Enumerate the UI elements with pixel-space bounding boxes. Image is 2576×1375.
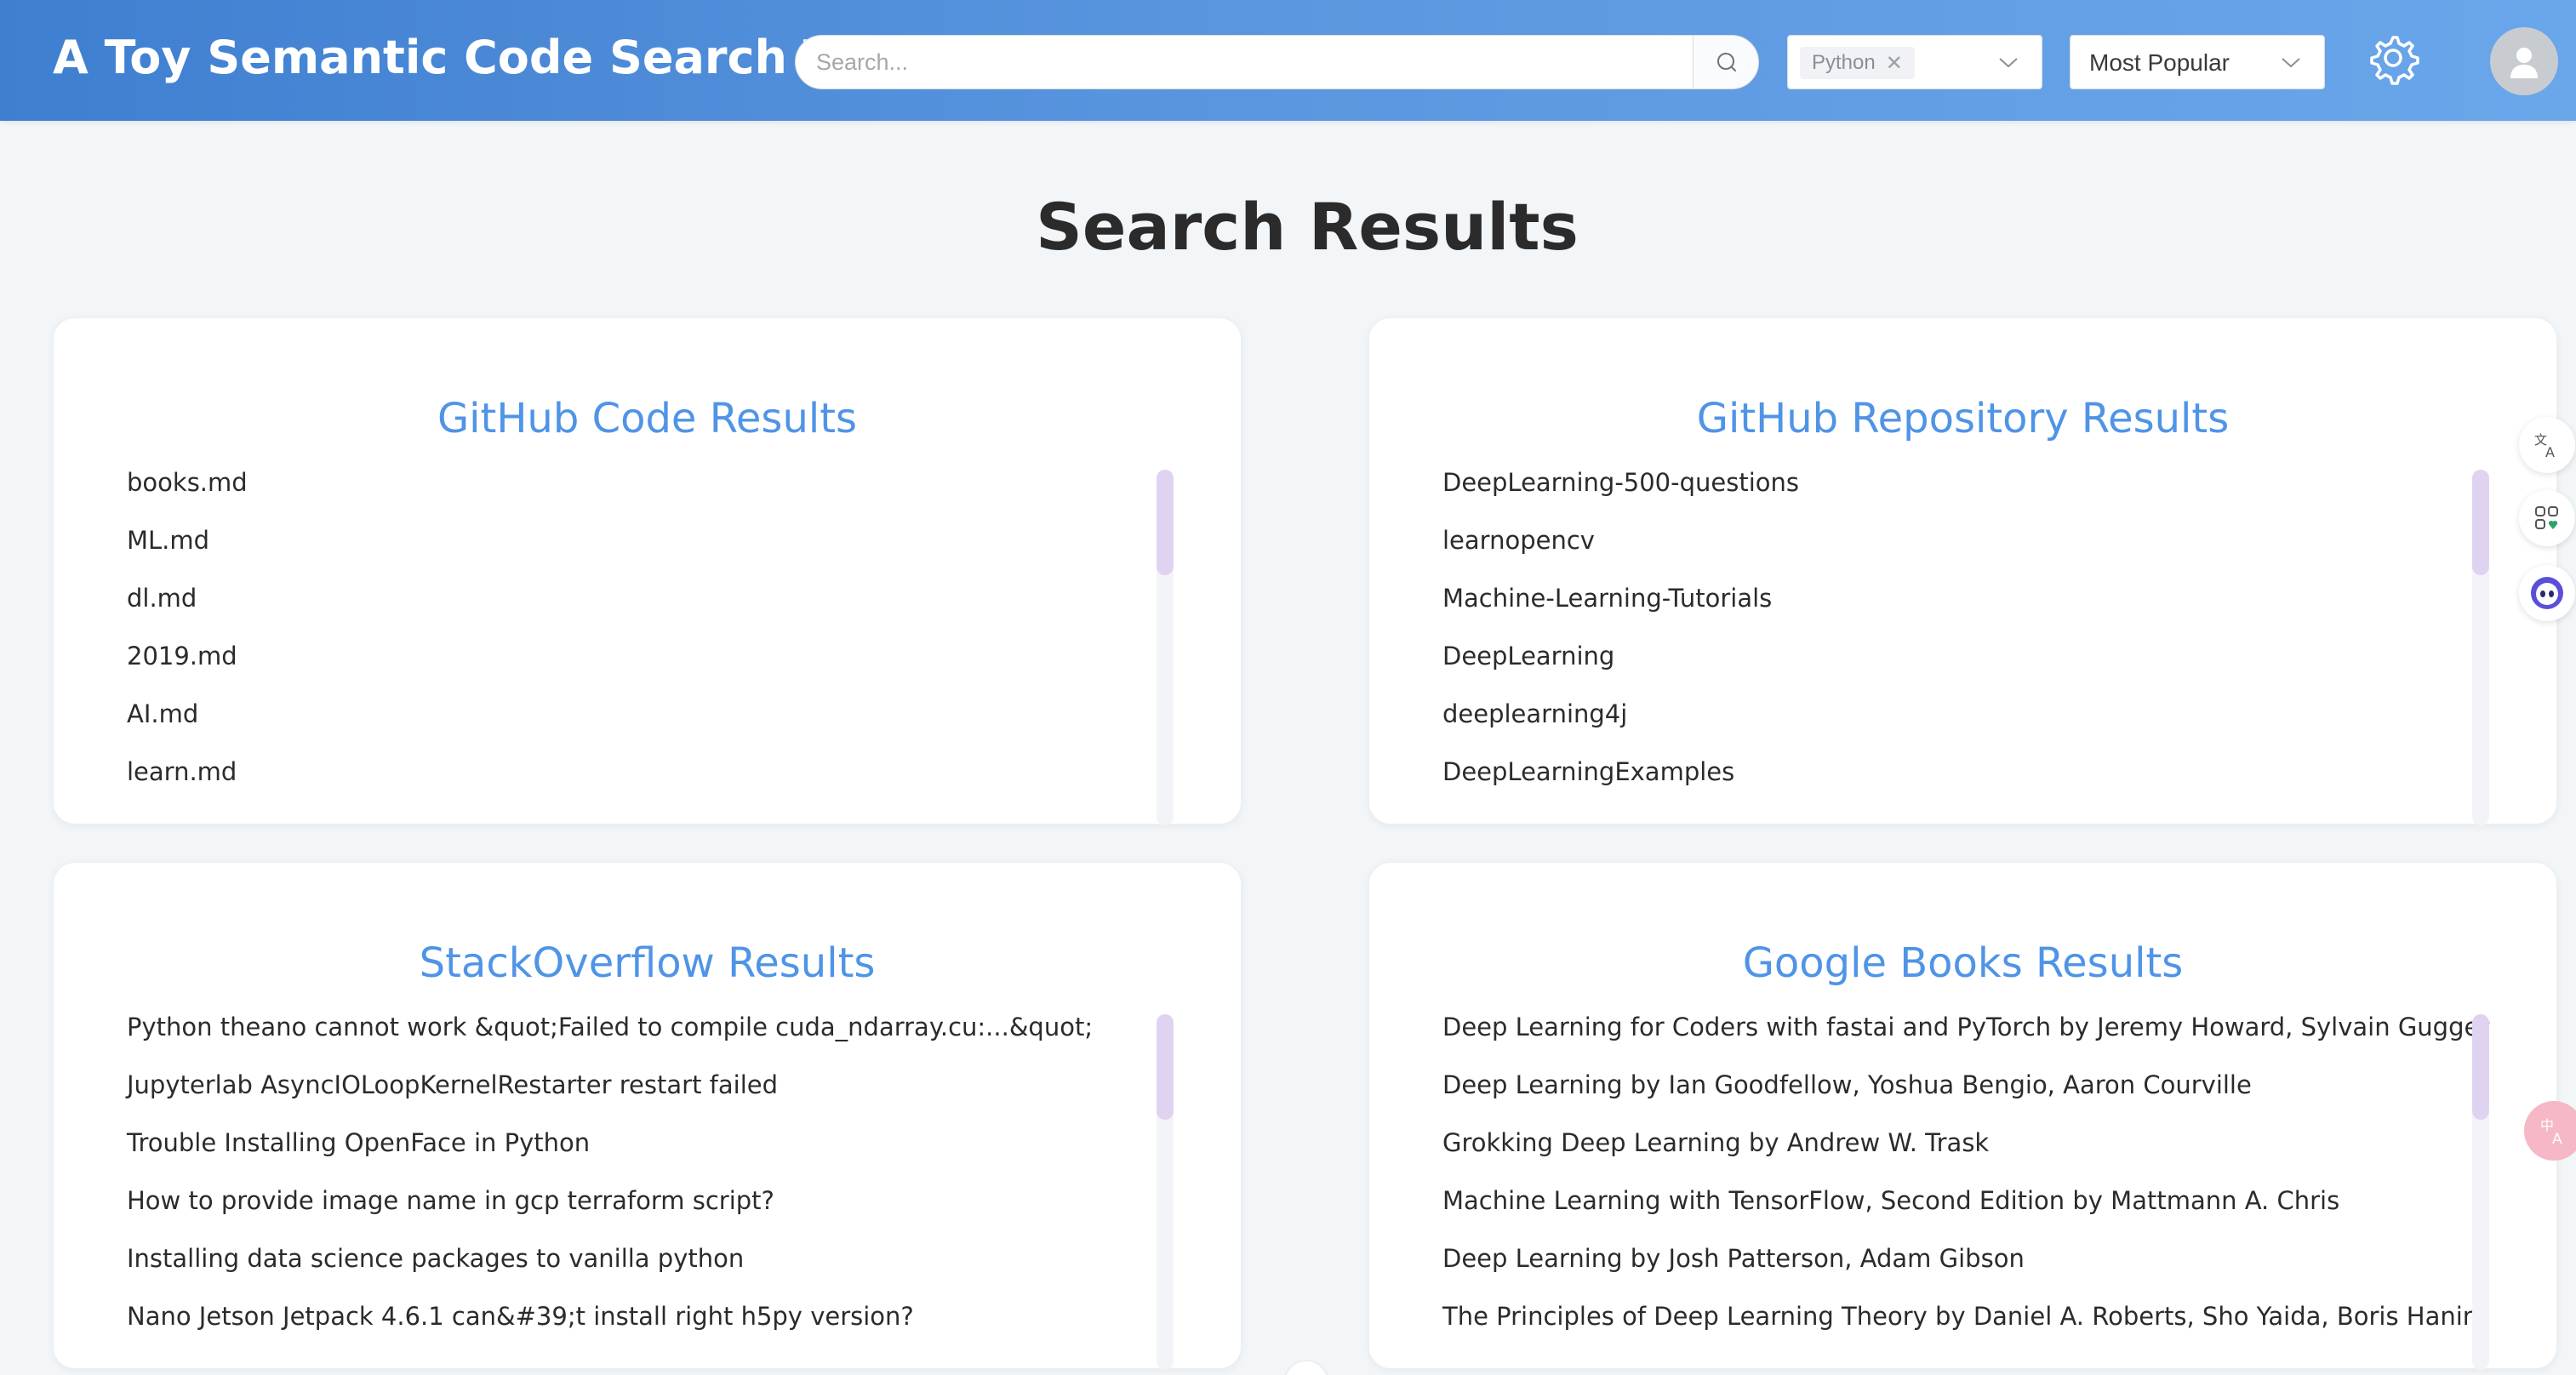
list-item[interactable]: Nano Jetson Jetpack 4.6.1 can&#39;t inst… (127, 1304, 1191, 1361)
sort-select[interactable]: Most Popular (2070, 35, 2325, 89)
result-list: Deep Learning for Coders with fastai and… (1442, 1014, 2506, 1361)
list-item[interactable]: Python theano cannot work &quot;Failed t… (127, 1014, 1191, 1072)
close-icon[interactable]: ✕ (1886, 51, 1903, 76)
list-item[interactable]: Jupyterlab AsyncIOLoopKernelRestarter re… (127, 1072, 1191, 1130)
stackoverflow-card: StackOverflow Results Python theano cann… (53, 862, 1242, 1370)
list-item[interactable]: books.md (127, 470, 1191, 528)
list-item[interactable]: Installing data science packages to vani… (127, 1246, 1191, 1304)
result-list: Python theano cannot work &quot;Failed t… (127, 1014, 1191, 1361)
card-title: Google Books Results (1742, 939, 2184, 987)
list-item[interactable]: Grokking Deep Learning by Andrew W. Tras… (1442, 1130, 2506, 1188)
list-item[interactable]: DeepLearning-500-questions (1442, 470, 2506, 528)
list-item[interactable]: Deep Learning by Ian Goodfellow, Yoshua … (1442, 1072, 2506, 1130)
list-item[interactable]: Machine Learning with TensorFlow, Second… (1442, 1188, 2506, 1246)
svg-text:A: A (2545, 444, 2555, 459)
sort-value: Most Popular (2089, 49, 2230, 76)
assistant-button[interactable] (2519, 565, 2575, 621)
top-header: A Toy Semantic Code Search Tool Python ✕… (0, 0, 2576, 121)
list-item[interactable]: Trouble Installing OpenFace in Python (127, 1130, 1191, 1188)
list-item[interactable]: dl.md (127, 585, 1191, 643)
gear-icon[interactable] (2366, 31, 2420, 85)
list-item[interactable]: deeplearning4j (1442, 701, 2506, 759)
search-box (795, 35, 1759, 89)
translate-button[interactable]: 文 A (2519, 417, 2575, 473)
scrollbar-thumb[interactable] (1157, 1014, 1174, 1120)
card-title: GitHub Code Results (437, 395, 858, 442)
list-item[interactable]: ML.md (127, 528, 1191, 585)
list-item[interactable]: DeepLearningExamples (1442, 759, 2506, 817)
list-item[interactable]: AI.md (127, 701, 1191, 759)
translate-icon: 文 A (2534, 432, 2555, 459)
search-button[interactable] (1693, 36, 1758, 88)
app-title: A Toy Semantic Code Search Tool (53, 31, 908, 84)
list-item[interactable]: Deep Learning by Josh Patterson, Adam Gi… (1442, 1246, 2506, 1304)
scrollbar[interactable] (1157, 1014, 1174, 1370)
chevron-down-icon (2282, 58, 2300, 68)
scrollbar-thumb[interactable] (1157, 470, 1174, 575)
list-item[interactable]: learnopencv (1442, 528, 2506, 585)
github-repo-card: GitHub Repository Results DeepLearning-5… (1368, 317, 2557, 825)
chevron-down-icon (1999, 58, 2018, 68)
search-input[interactable] (796, 36, 1693, 88)
scrollbar[interactable] (2472, 470, 2489, 825)
apps-button[interactable] (2519, 490, 2575, 546)
search-icon (1717, 53, 1736, 71)
scrollbar-thumb[interactable] (2472, 1014, 2489, 1120)
scroll-indicator[interactable] (1285, 1361, 1328, 1375)
google-books-card: Google Books Results Deep Learning for C… (1368, 862, 2557, 1370)
language-tag: Python ✕ (1800, 47, 1915, 79)
card-title: GitHub Repository Results (1696, 395, 2230, 442)
scrollbar-thumb[interactable] (2472, 470, 2489, 575)
user-avatar-icon (2510, 48, 2538, 78)
page-title: Search Results (1036, 189, 1579, 265)
github-code-card: GitHub Code Results books.md ML.md dl.md… (53, 317, 1242, 825)
list-item[interactable]: Deep Learning for Coders with fastai and… (1442, 1014, 2506, 1072)
scrollbar[interactable] (2472, 1014, 2489, 1370)
translate-float-button[interactable]: 中 A (2524, 1101, 2576, 1161)
assistant-icon (2531, 577, 2563, 609)
result-list: DeepLearning-500-questions learnopencv M… (1442, 470, 2506, 817)
language-select[interactable]: Python ✕ (1787, 35, 2042, 89)
list-item[interactable]: DeepLearning (1442, 643, 2506, 701)
scrollbar[interactable] (1157, 470, 1174, 825)
list-item[interactable]: 2019.md (127, 643, 1191, 701)
list-item[interactable]: How to provide image name in gcp terrafo… (127, 1188, 1191, 1246)
card-title: StackOverflow Results (419, 939, 876, 987)
apps-icon (2535, 506, 2558, 529)
translate-icon: 中 A (2540, 1117, 2562, 1146)
list-item[interactable]: The Principles of Deep Learning Theory b… (1442, 1304, 2506, 1361)
list-item[interactable]: Machine-Learning-Tutorials (1442, 585, 2506, 643)
result-list: books.md ML.md dl.md 2019.md AI.md learn… (127, 470, 1191, 817)
list-item[interactable]: learn.md (127, 759, 1191, 817)
svg-text:A: A (2552, 1131, 2562, 1146)
avatar[interactable] (2490, 27, 2558, 95)
language-tag-label: Python (1812, 51, 1876, 74)
